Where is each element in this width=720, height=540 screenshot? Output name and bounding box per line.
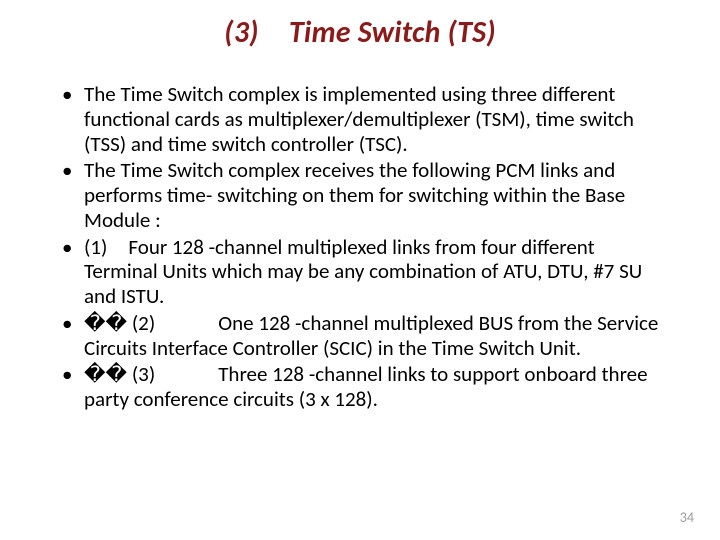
bullet-text: (1) Four 128 -channel multiplexed links … <box>84 234 642 310</box>
slide-body: The Time Switch complex is implemented u… <box>56 82 670 414</box>
page-number: 34 <box>680 509 694 526</box>
slide-title: (3) Time Switch (TS) <box>0 14 720 51</box>
bullet-text: The Time Switch complex receives the fol… <box>84 157 625 233</box>
bullet-text: The Time Switch complex is implemented u… <box>84 81 634 157</box>
list-item: The Time Switch complex receives the fol… <box>56 158 670 232</box>
list-item: �� (3) Three 128 -channel links to suppo… <box>56 362 670 412</box>
bullet-list: The Time Switch complex is implemented u… <box>56 82 670 412</box>
list-item: The Time Switch complex is implemented u… <box>56 82 670 156</box>
list-item: (1) Four 128 -channel multiplexed links … <box>56 235 670 309</box>
slide: (3) Time Switch (TS) The Time Switch com… <box>0 0 720 540</box>
bullet-text: �� (2) One 128 -channel multiplexed BUS … <box>84 310 658 361</box>
list-item: �� (2) One 128 -channel multiplexed BUS … <box>56 311 670 361</box>
bullet-text: �� (3) Three 128 -channel links to suppo… <box>84 361 648 412</box>
